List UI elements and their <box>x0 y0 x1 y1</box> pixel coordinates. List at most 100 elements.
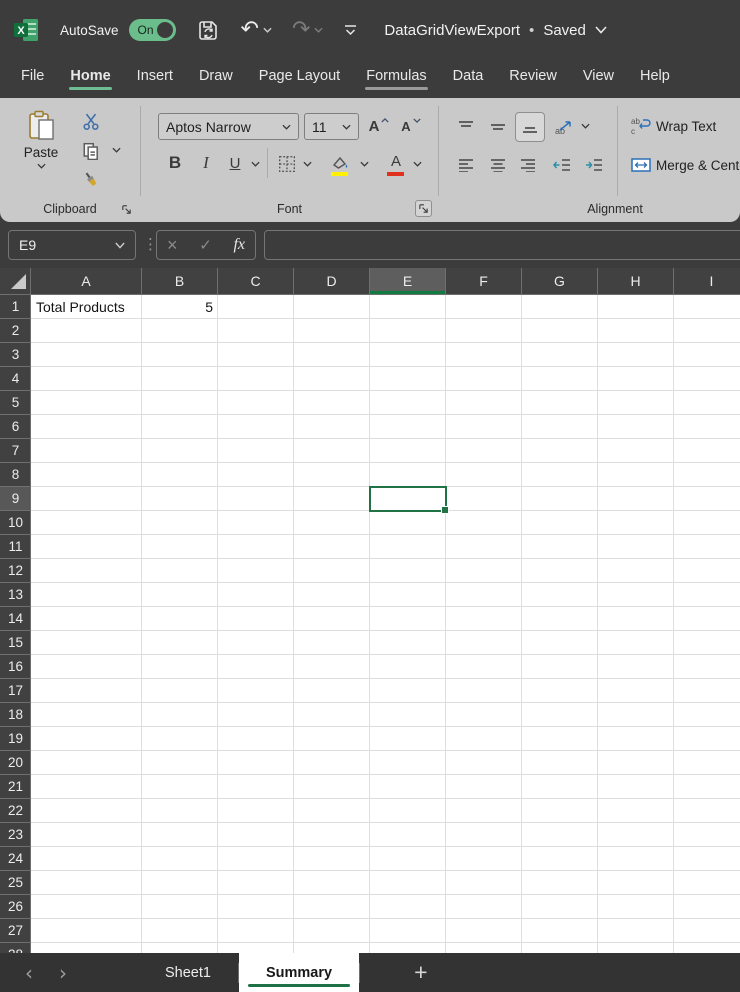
row-header-27[interactable]: 27 <box>0 919 31 943</box>
fill-color-button[interactable] <box>329 150 351 176</box>
bold-button[interactable]: B <box>163 150 187 176</box>
quick-access-toolbar-button[interactable] <box>343 24 358 37</box>
font-color-button[interactable]: A <box>386 150 406 176</box>
enter-icon[interactable]: ✓ <box>199 236 212 254</box>
sheet-tab-sheet1[interactable]: Sheet1 <box>138 953 238 992</box>
undo-dropdown-chevron-icon[interactable] <box>263 27 272 33</box>
merge-center-button-icon-slot[interactable] <box>629 153 653 177</box>
row-header-13[interactable]: 13 <box>0 583 31 607</box>
align-left-button[interactable] <box>453 152 479 178</box>
column-header-H[interactable]: H <box>598 268 674 295</box>
insert-function-icon[interactable]: fx <box>233 236 245 254</box>
menu-tab-review[interactable]: Review <box>496 60 570 94</box>
sheet-tab-summary[interactable]: Summary <box>239 953 359 992</box>
row-header-26[interactable]: 26 <box>0 895 31 919</box>
menu-tab-view[interactable]: View <box>570 60 627 94</box>
increase-font-size-button[interactable]: A <box>367 114 391 138</box>
column-header-B[interactable]: B <box>142 268 218 295</box>
format-painter-button[interactable] <box>80 169 102 191</box>
cells-area[interactable]: Total Products5 <box>31 295 740 953</box>
save-button[interactable] <box>196 18 221 43</box>
column-header-E[interactable]: E <box>370 268 446 295</box>
row-header-4[interactable]: 4 <box>0 367 31 391</box>
fill-handle[interactable] <box>441 506 449 514</box>
row-header-5[interactable]: 5 <box>0 391 31 415</box>
clipboard-dialog-launcher[interactable] <box>119 202 134 217</box>
menu-tab-home[interactable]: Home <box>57 60 123 94</box>
row-header-3[interactable]: 3 <box>0 343 31 367</box>
row-header-2[interactable]: 2 <box>0 319 31 343</box>
menu-tab-draw[interactable]: Draw <box>186 60 246 94</box>
select-all-button[interactable] <box>0 268 31 295</box>
autosave-toggle[interactable]: On <box>129 19 176 41</box>
font-size-combo[interactable]: 11 <box>304 113 359 140</box>
menu-tab-insert[interactable]: Insert <box>124 60 186 94</box>
formula-bar-input[interactable] <box>264 230 740 260</box>
row-header-11[interactable]: 11 <box>0 535 31 559</box>
middle-align-button[interactable] <box>485 114 511 140</box>
bottom-align-button[interactable] <box>515 112 545 142</box>
row-header-15[interactable]: 15 <box>0 631 31 655</box>
font-dialog-launcher[interactable] <box>415 200 432 217</box>
row-header-1[interactable]: 1 <box>0 295 31 319</box>
underline-dropdown-chevron-icon[interactable] <box>249 158 261 170</box>
row-header-16[interactable]: 16 <box>0 655 31 679</box>
italic-button[interactable]: I <box>194 150 218 176</box>
row-header-17[interactable]: 17 <box>0 679 31 703</box>
row-header-9[interactable]: 9 <box>0 487 31 511</box>
new-sheet-button[interactable]: + <box>414 959 427 986</box>
cell-B1[interactable]: 5 <box>142 295 218 319</box>
next-sheet-icon[interactable]: › <box>46 961 80 985</box>
row-header-20[interactable]: 20 <box>0 751 31 775</box>
decrease-indent-button[interactable] <box>549 152 575 178</box>
row-header-12[interactable]: 12 <box>0 559 31 583</box>
previous-sheet-icon[interactable]: ‹ <box>12 961 46 985</box>
row-header-19[interactable]: 19 <box>0 727 31 751</box>
column-header-A[interactable]: A <box>31 268 142 295</box>
menu-tab-formulas[interactable]: Formulas <box>353 60 439 94</box>
row-header-25[interactable]: 25 <box>0 871 31 895</box>
merge-center-label[interactable]: Merge & Center <box>656 155 740 175</box>
paste-button[interactable]: Paste <box>14 110 68 169</box>
document-title[interactable]: DataGridViewExport • Saved <box>384 22 606 39</box>
borders-button[interactable] <box>275 152 299 176</box>
column-header-C[interactable]: C <box>218 268 294 295</box>
copy-dropdown-chevron-icon[interactable] <box>110 144 122 156</box>
font-name-combo[interactable]: Aptos Narrow <box>158 113 299 140</box>
row-header-22[interactable]: 22 <box>0 799 31 823</box>
column-header-F[interactable]: F <box>446 268 522 295</box>
wrap-text-button-icon-slot[interactable]: ab c <box>629 114 653 138</box>
cell-A1[interactable]: Total Products <box>31 295 142 319</box>
row-header-18[interactable]: 18 <box>0 703 31 727</box>
align-center-button[interactable] <box>485 152 511 178</box>
column-header-G[interactable]: G <box>522 268 598 295</box>
orientation-button[interactable]: ab <box>551 114 577 140</box>
row-header-23[interactable]: 23 <box>0 823 31 847</box>
menu-tab-page-layout[interactable]: Page Layout <box>246 60 353 94</box>
undo-button[interactable]: ↶ <box>241 19 272 41</box>
row-header-21[interactable]: 21 <box>0 775 31 799</box>
orientation-dropdown-chevron-icon[interactable] <box>579 120 591 132</box>
active-cell-selection-E9[interactable] <box>369 486 447 512</box>
excel-logo-icon[interactable]: X <box>13 18 40 43</box>
align-right-button[interactable] <box>515 152 541 178</box>
cancel-icon[interactable]: × <box>167 235 178 256</box>
row-header-10[interactable]: 10 <box>0 511 31 535</box>
row-header-6[interactable]: 6 <box>0 415 31 439</box>
menu-tab-help[interactable]: Help <box>627 60 683 94</box>
column-header-I[interactable]: I <box>674 268 740 295</box>
borders-dropdown-chevron-icon[interactable] <box>301 158 313 170</box>
wrap-text-label[interactable]: Wrap Text <box>656 116 716 136</box>
name-box[interactable]: E9 <box>8 230 136 260</box>
top-align-button[interactable] <box>453 114 479 140</box>
row-header-28[interactable]: 28 <box>0 943 31 953</box>
copy-button[interactable] <box>80 140 102 162</box>
row-header-24[interactable]: 24 <box>0 847 31 871</box>
row-header-8[interactable]: 8 <box>0 463 31 487</box>
fill-color-dropdown-chevron-icon[interactable] <box>358 158 370 170</box>
underline-button[interactable]: U <box>223 150 247 176</box>
menu-tab-data[interactable]: Data <box>440 60 497 94</box>
font-color-dropdown-chevron-icon[interactable] <box>411 158 423 170</box>
column-header-D[interactable]: D <box>294 268 370 295</box>
row-header-7[interactable]: 7 <box>0 439 31 463</box>
